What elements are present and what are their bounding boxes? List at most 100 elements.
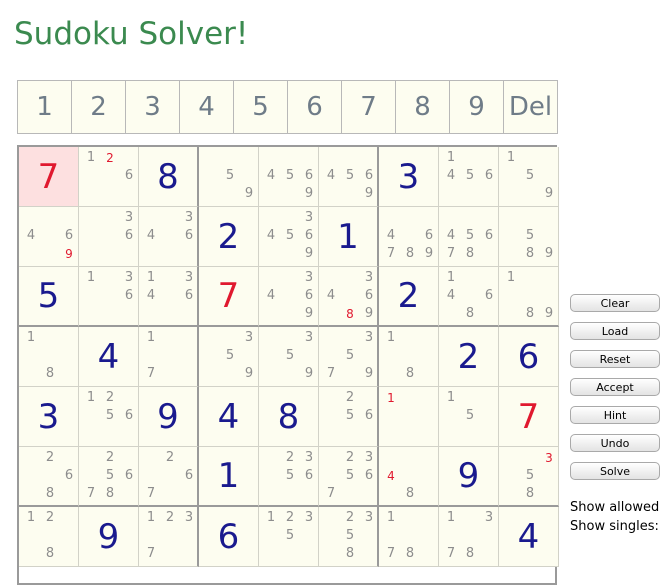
cell-r2-c4[interactable]: 2 xyxy=(199,207,259,267)
cell-r4-c9[interactable]: 6 xyxy=(499,327,559,387)
clear-button[interactable]: Clear xyxy=(570,294,660,312)
candidate: 4 xyxy=(26,228,36,243)
candidate: 3 xyxy=(124,270,134,285)
cell-r6-c8[interactable]: 9 xyxy=(439,447,499,507)
cell-r4-c3[interactable]: 17 xyxy=(139,327,199,387)
candidate: 6 xyxy=(64,228,74,243)
cell-r5-c6[interactable]: 2 56 xyxy=(319,387,379,447)
cell-r6-c4[interactable]: 1 xyxy=(199,447,259,507)
palette-digit-7[interactable]: 7 xyxy=(341,81,395,133)
palette-digit-4[interactable]: 4 xyxy=(179,81,233,133)
cell-r3-c8[interactable]: 1 4 68 xyxy=(439,267,499,327)
cell-r2-c5[interactable]: 3 456 9 xyxy=(259,207,319,267)
cell-r7-c2[interactable]: 9 xyxy=(79,507,139,567)
cell-value: 4 xyxy=(217,396,240,437)
candidate: 7 xyxy=(146,486,156,501)
cell-r5-c9[interactable]: 7 xyxy=(499,387,559,447)
cell-r3-c1[interactable]: 5 xyxy=(19,267,79,327)
cell-r5-c2[interactable]: 12 56 xyxy=(79,387,139,447)
cell-r5-c7[interactable]: 1 xyxy=(379,387,439,447)
candidate: 6 xyxy=(304,228,314,243)
candidate: 2 xyxy=(165,510,175,525)
cell-r7-c3[interactable]: 123 7 xyxy=(139,507,199,567)
cell-r1-c3[interactable]: 8 xyxy=(139,147,199,207)
reset-button[interactable]: Reset xyxy=(570,350,660,368)
cell-r6-c2[interactable]: 2 56 78 xyxy=(79,447,139,507)
cell-r4-c4[interactable]: 359 xyxy=(199,327,259,387)
cell-r7-c1[interactable]: 12 8 xyxy=(19,507,79,567)
cell-r4-c6[interactable]: 357 9 xyxy=(319,327,379,387)
cell-r4-c7[interactable]: 18 xyxy=(379,327,439,387)
cell-r1-c4[interactable]: 59 xyxy=(199,147,259,207)
cell-r7-c8[interactable]: 1 3 78 xyxy=(439,507,499,567)
cell-r7-c5[interactable]: 1235 xyxy=(259,507,319,567)
cell-r6-c3[interactable]: 26 7 xyxy=(139,447,199,507)
palette-digit-1[interactable]: 1 xyxy=(18,81,71,133)
cell-r1-c6[interactable]: 456 9 xyxy=(319,147,379,207)
cell-r1-c7[interactable]: 3 xyxy=(379,147,439,207)
palette-digit-8[interactable]: 8 xyxy=(395,81,449,133)
hint-button[interactable]: Hint xyxy=(570,406,660,424)
cell-r2-c8[interactable]: 456 78 xyxy=(439,207,499,267)
cell-r7-c6[interactable]: 235 8 xyxy=(319,507,379,567)
candidate: 3 xyxy=(364,270,374,285)
cell-r2-c3[interactable]: 3 4 6 xyxy=(139,207,199,267)
undo-button[interactable]: Undo xyxy=(570,434,660,452)
cell-r3-c7[interactable]: 2 xyxy=(379,267,439,327)
candidate: 3 xyxy=(124,210,134,225)
candidate: 4 xyxy=(446,288,456,303)
solve-button[interactable]: Solve xyxy=(570,462,660,480)
show-allowed-label[interactable]: Show allowed xyxy=(570,500,659,515)
cell-r3-c4[interactable]: 7 xyxy=(199,267,259,327)
cell-r4-c1[interactable]: 18 xyxy=(19,327,79,387)
cell-r2-c6[interactable]: 1 xyxy=(319,207,379,267)
cell-r1-c2[interactable]: 1 62 xyxy=(79,147,139,207)
cell-r6-c1[interactable]: 268 xyxy=(19,447,79,507)
cell-r7-c4[interactable]: 6 xyxy=(199,507,259,567)
cell-r6-c9[interactable]: 5 8 3 xyxy=(499,447,559,507)
cell-r5-c1[interactable]: 3 xyxy=(19,387,79,447)
candidate: 5 xyxy=(105,408,115,423)
cell-r6-c5[interactable]: 2356 xyxy=(259,447,319,507)
palette-digit-3[interactable]: 3 xyxy=(125,81,179,133)
cell-r7-c9[interactable]: 4 xyxy=(499,507,559,567)
palette-digit-5[interactable]: 5 xyxy=(233,81,287,133)
cell-r2-c7[interactable]: 4 6 789 xyxy=(379,207,439,267)
cell-value: 1 xyxy=(217,456,240,496)
cell-r7-c7[interactable]: 1 78 xyxy=(379,507,439,567)
cell-r3-c2[interactable]: 1 3 6 xyxy=(79,267,139,327)
cell-r2-c1[interactable]: 4 6 9 xyxy=(19,207,79,267)
cell-r2-c2[interactable]: 36 xyxy=(79,207,139,267)
cell-r3-c3[interactable]: 1 3 4 6 xyxy=(139,267,199,327)
cell-r3-c9[interactable]: 1 89 xyxy=(499,267,559,327)
cell-r4-c5[interactable]: 359 xyxy=(259,327,319,387)
cell-r3-c6[interactable]: 3 4 6 98 xyxy=(319,267,379,327)
show-singles-label[interactable]: Show singles: xyxy=(570,519,659,534)
cell-r4-c8[interactable]: 2 xyxy=(439,327,499,387)
cell-r5-c8[interactable]: 15 xyxy=(439,387,499,447)
cell-r2-c9[interactable]: 5 89 xyxy=(499,207,559,267)
cell-r6-c7[interactable]: 84 xyxy=(379,447,439,507)
cell-r1-c1[interactable]: 7 xyxy=(19,147,79,207)
cell-r5-c4[interactable]: 4 xyxy=(199,387,259,447)
cell-r1-c9[interactable]: 159 xyxy=(499,147,559,207)
cell-r6-c6[interactable]: 2356 7 xyxy=(319,447,379,507)
candidate: 8 xyxy=(525,306,535,321)
cell-r4-c2[interactable]: 4 xyxy=(79,327,139,387)
cell-r1-c8[interactable]: 1 456 xyxy=(439,147,499,207)
accept-button[interactable]: Accept xyxy=(570,378,660,396)
palette-digit-2[interactable]: 2 xyxy=(71,81,125,133)
candidate: 6 xyxy=(364,288,374,303)
cell-r5-c5[interactable]: 8 xyxy=(259,387,319,447)
palette-digit-9[interactable]: 9 xyxy=(449,81,503,133)
candidate: 8 xyxy=(45,546,55,561)
palette-digit-6[interactable]: 6 xyxy=(287,81,341,133)
load-button[interactable]: Load xyxy=(570,322,660,340)
palette-delete-button[interactable]: Del xyxy=(503,81,557,133)
candidate: 8 xyxy=(465,306,475,321)
cell-r3-c5[interactable]: 3 4 6 9 xyxy=(259,267,319,327)
cell-r1-c5[interactable]: 456 9 xyxy=(259,147,319,207)
candidate: 6 xyxy=(64,468,74,483)
cell-r5-c3[interactable]: 9 xyxy=(139,387,199,447)
candidate: 7 xyxy=(446,246,456,261)
